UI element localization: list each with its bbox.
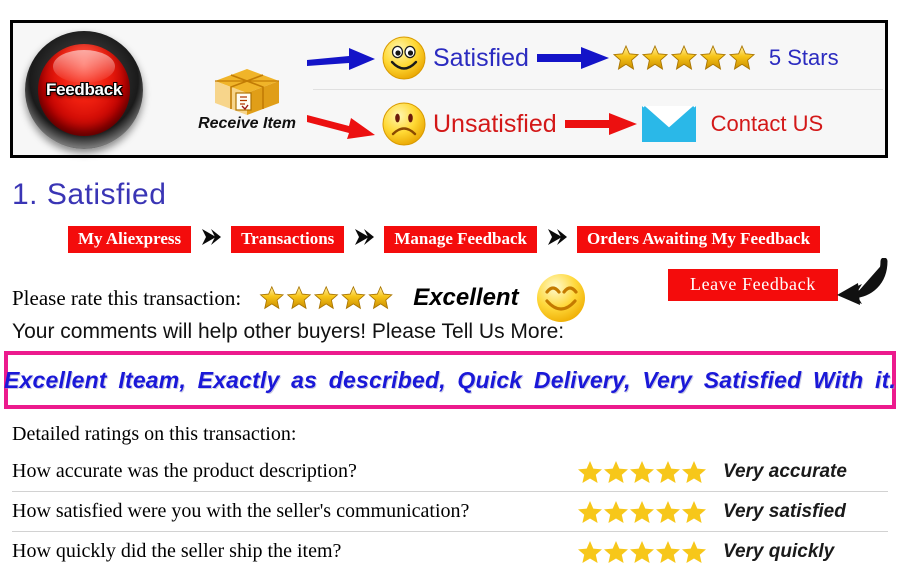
page-title: 1. Satisfied [12, 178, 167, 211]
five-stars-label: 5 Stars [768, 45, 839, 70]
rating-stars-accuracy[interactable] [577, 459, 717, 485]
contact-us-label: Contact US [710, 111, 824, 136]
cardboard-box-icon [215, 69, 279, 115]
five-gold-stars-icon [611, 42, 763, 74]
blue-right-arrow-icon-result [536, 47, 609, 69]
feedback-button-label: Feedback [45, 80, 123, 99]
black-chevron-right-icon [353, 227, 375, 252]
receive-item-label: Receive Item [198, 115, 296, 132]
smiley-happy-icon [382, 36, 426, 80]
breadcrumb-item-my-aliexpress[interactable]: My Aliexpress [68, 226, 192, 253]
black-chevron-right-icon [200, 227, 222, 252]
banner-row-satisfied: Satisfied 5 Stars [305, 27, 885, 89]
comment-text-value: Excellent Iteam, Exactly as described, Q… [3, 366, 897, 393]
table-row: How quickly did the seller ship the item… [12, 532, 888, 571]
banner-row-divider [313, 89, 883, 90]
comment-input-box[interactable]: Excellent Iteam, Exactly as described, Q… [4, 351, 896, 409]
receive-item-block: Receive Item [181, 63, 313, 133]
rating-word-shipping-speed: Very quickly [723, 540, 835, 562]
envelope-icon[interactable] [639, 102, 699, 146]
feedback-flow-banner: Feedback Receive Item Satisfied 5 Stars … [10, 20, 888, 158]
breadcrumb-item-transactions[interactable]: Transactions [231, 226, 345, 253]
detailed-ratings-table: How accurate was the product description… [12, 452, 888, 571]
rate-transaction-label: Please rate this transaction: [12, 285, 242, 310]
comments-prompt-label: Your comments will help other buyers! Pl… [12, 320, 565, 343]
rating-question-communication: How satisfied were you with the seller's… [12, 500, 470, 522]
mood-label-unsatisfied: Unsatisfied [433, 109, 557, 138]
breadcrumb-item-manage-feedback[interactable]: Manage Feedback [384, 226, 537, 253]
curved-arrow-icon [832, 257, 890, 311]
table-row: How accurate was the product description… [12, 452, 888, 492]
feedback-orb: Feedback [38, 44, 130, 136]
smiley-sad-icon [382, 102, 426, 146]
table-row: How satisfied were you with the seller's… [12, 492, 888, 532]
red-right-arrow-icon [307, 115, 375, 139]
rating-word-excellent: Excellent [413, 284, 519, 311]
rating-question-shipping-speed: How quickly did the seller ship the item… [12, 540, 342, 562]
transaction-star-rating[interactable] [255, 283, 403, 313]
blue-right-arrow-icon [307, 48, 375, 70]
breadcrumb-item-orders-awaiting-my-feedback[interactable]: Orders Awaiting My Feedback [577, 226, 821, 253]
rating-stars-shipping-speed[interactable] [577, 539, 717, 565]
detailed-ratings-title: Detailed ratings on this transaction: [12, 423, 297, 445]
rating-question-accuracy: How accurate was the product description… [12, 460, 357, 482]
banner-row-unsatisfied: Unsatisfied Contact US [305, 93, 885, 155]
smiley-happy-big-icon [536, 274, 585, 322]
breadcrumb: My Aliexpress Transactions Manage Feedba… [68, 226, 821, 253]
feedback-round-button[interactable]: Feedback [25, 31, 143, 149]
rating-stars-communication[interactable] [577, 499, 717, 525]
rating-word-accuracy: Very accurate [723, 460, 847, 482]
mood-label-satisfied: Satisfied [433, 43, 529, 72]
rating-word-communication: Very satisfied [723, 500, 846, 522]
black-chevron-right-icon [546, 227, 568, 252]
leave-feedback-button[interactable]: Leave Feedback [668, 269, 838, 301]
red-right-arrow-icon-result [564, 113, 637, 135]
